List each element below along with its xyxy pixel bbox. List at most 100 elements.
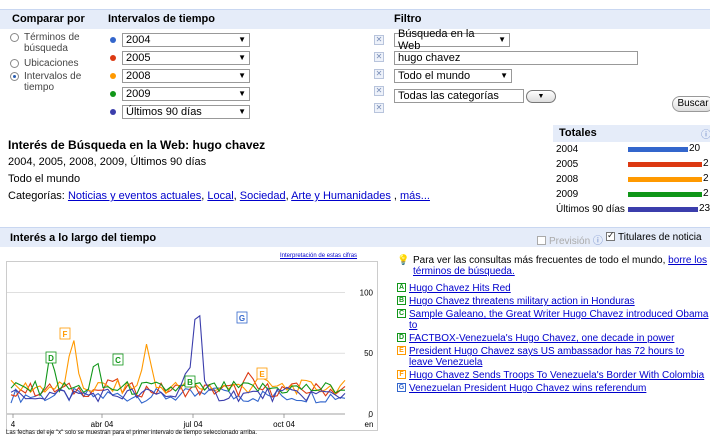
- x-tick-label: oct 04: [273, 420, 295, 429]
- time-range-select[interactable]: 2008 ▼: [122, 69, 250, 83]
- lightbulb-icon: 💡: [397, 255, 410, 266]
- category-link[interactable]: Noticias y eventos actuales: [68, 190, 201, 202]
- news-marker-label: G: [397, 383, 406, 392]
- category-link[interactable]: Sociedad: [240, 190, 286, 202]
- remove-time-range-button[interactable]: ✕: [374, 35, 384, 45]
- top-searches-hint: 💡 Para ver las consultas más frecuentes …: [397, 255, 710, 277]
- chevron-down-icon: ▼: [500, 71, 508, 80]
- time-range-value: 2004: [126, 34, 151, 46]
- radio-time[interactable]: [10, 72, 19, 81]
- chevron-down-icon: ▼: [238, 53, 246, 62]
- chart-marker-letter: E: [259, 370, 265, 379]
- news-headline-link[interactable]: Hugo Chavez Sends Troops To Venezuela's …: [409, 370, 704, 381]
- category-dropdown-button[interactable]: ▼: [526, 90, 556, 103]
- compare-option-label: Ubicaciones: [24, 58, 79, 69]
- chevron-down-icon: ▼: [498, 35, 506, 44]
- remove-time-range-button[interactable]: ✕: [374, 52, 384, 62]
- compare-by-header: Comparar por: [12, 13, 85, 25]
- forecast-toggle[interactable]: Previsión ⓘ: [537, 232, 603, 247]
- more-categories-link[interactable]: más...: [400, 190, 430, 202]
- compare-option-terms[interactable]: Términos de búsqueda: [10, 32, 102, 56]
- totals-panel: Totales ⓘ 2004 20 2005 2 2008 2 2009 2 Últimos 9…: [553, 125, 710, 217]
- totals-row: 2005 2: [553, 157, 710, 172]
- news-headline-link[interactable]: FACTBOX-Venezuela's Hugo Chavez, one dec…: [409, 333, 674, 344]
- time-range-row: 2004 ▼: [106, 32, 386, 48]
- news-headline-link[interactable]: President Hugo Chavez says US ambassador…: [409, 346, 710, 368]
- x-tick-label: 4: [11, 420, 16, 429]
- search-button[interactable]: Buscar: [672, 96, 710, 112]
- time-range-select[interactable]: 2004 ▼: [122, 33, 250, 47]
- totals-row-name: Últimos 90 días: [556, 204, 625, 215]
- news-item: A Hugo Chavez Hits Red: [397, 283, 710, 294]
- chart-marker-letter: G: [239, 314, 245, 323]
- time-ranges-header: Intervalos de tiempo: [108, 13, 215, 25]
- compare-option-time[interactable]: Intervalos de tiempo: [10, 71, 102, 95]
- interest-over-time-header: Interés a lo largo del tiempo Previsión …: [0, 227, 710, 247]
- category-select[interactable]: Todas las categorías: [394, 89, 524, 103]
- interest-chart-svg: 0501004 abr 04 jul 04 oct 04 enDFCBGE: [7, 288, 374, 429]
- totals-row-name: 2008: [556, 174, 579, 185]
- section-title: Interés a lo largo del tiempo: [10, 232, 157, 244]
- totals-row: 2009 2: [553, 187, 710, 202]
- time-range-select[interactable]: 2005 ▼: [122, 51, 250, 65]
- time-range-row: 2005 ▼: [106, 50, 386, 66]
- chevron-down-icon: ▼: [238, 71, 246, 80]
- hint-message: Para ver las consultas más frecuentes de…: [413, 255, 669, 266]
- totals-bar: [628, 147, 688, 152]
- news-marker-label: B: [397, 296, 406, 305]
- remove-time-range-button[interactable]: ✕: [374, 103, 384, 113]
- chart-interpretation-link[interactable]: Interpretación de estas cifras: [280, 253, 357, 259]
- remove-time-range-button[interactable]: ✕: [374, 69, 384, 79]
- radio-terms[interactable]: [10, 33, 19, 42]
- summary-region: Todo el mundo: [8, 173, 81, 185]
- options-header-strip: [0, 9, 710, 29]
- news-headline-link[interactable]: Venezuelan President Hugo Chavez wins re…: [409, 383, 646, 394]
- series-color-dot: [110, 91, 116, 97]
- radio-locations[interactable]: [10, 59, 19, 68]
- categories-label: Categorías:: [8, 190, 65, 202]
- totals-row: 2008 2: [553, 172, 710, 187]
- help-icon[interactable]: ⓘ: [593, 236, 603, 247]
- search-type-select[interactable]: Búsqueda en la Web ▼: [394, 28, 510, 52]
- time-range-row: Últimos 90 días ▼: [106, 104, 386, 120]
- news-marker-label: F: [397, 370, 406, 379]
- news-marker-label: A: [397, 283, 406, 292]
- totals-header: Totales ⓘ: [553, 125, 710, 142]
- series-line: [10, 355, 345, 397]
- summary-periods: 2004, 2005, 2008, 2009, Últimos 90 días: [8, 156, 207, 168]
- time-range-select[interactable]: Últimos 90 días ▼: [122, 105, 250, 119]
- news-headlines-checkbox[interactable]: [606, 230, 615, 241]
- time-range-value: 2009: [126, 88, 151, 100]
- forecast-checkbox[interactable]: [537, 236, 546, 245]
- remove-time-range-button[interactable]: ✕: [374, 86, 384, 96]
- compare-option-locations[interactable]: Ubicaciones: [10, 58, 102, 69]
- totals-bar: [628, 192, 702, 197]
- news-headline-link[interactable]: Hugo Chavez threatens military action in…: [409, 296, 635, 307]
- chart-marker-letter: C: [115, 356, 121, 365]
- totals-bar: [628, 177, 702, 182]
- news-headlines-toggle[interactable]: Titulares de noticia: [606, 230, 702, 243]
- totals-value: 20: [689, 143, 701, 154]
- time-range-value: 2005: [126, 52, 151, 64]
- series-color-dot: [110, 55, 116, 61]
- interest-chart: 0 50 100 4 abr 04 jul 04 oct 04 en D F C B G E: [6, 261, 378, 431]
- news-headline-link[interactable]: Sample Galeano, the Great Writer Hugo Ch…: [409, 309, 710, 331]
- news-headlines-label: Titulares de noticia: [618, 232, 702, 243]
- news-marker-label: E: [397, 346, 406, 355]
- time-range-value: 2008: [126, 70, 151, 82]
- region-select[interactable]: Todo el mundo ▼: [394, 69, 512, 83]
- x-tick-label: jul 04: [182, 420, 203, 429]
- chart-marker-letter: D: [48, 354, 54, 363]
- forecast-label: Previsión: [549, 236, 591, 247]
- search-type-value: Búsqueda en la Web: [398, 28, 475, 52]
- time-range-select[interactable]: 2009 ▼: [122, 87, 250, 101]
- news-headline-link[interactable]: Hugo Chavez Hits Red: [409, 283, 511, 294]
- query-input[interactable]: hugo chavez: [394, 51, 638, 65]
- chevron-down-icon: ▼: [238, 89, 246, 98]
- news-item: B Hugo Chavez threatens military action i…: [397, 296, 710, 307]
- region-value: Todo el mundo: [398, 70, 471, 82]
- category-link[interactable]: Arte y Humanidades: [291, 190, 391, 202]
- chevron-down-icon: ▼: [238, 107, 246, 116]
- chevron-down-icon: ▼: [537, 93, 545, 100]
- category-link[interactable]: Local: [207, 190, 233, 202]
